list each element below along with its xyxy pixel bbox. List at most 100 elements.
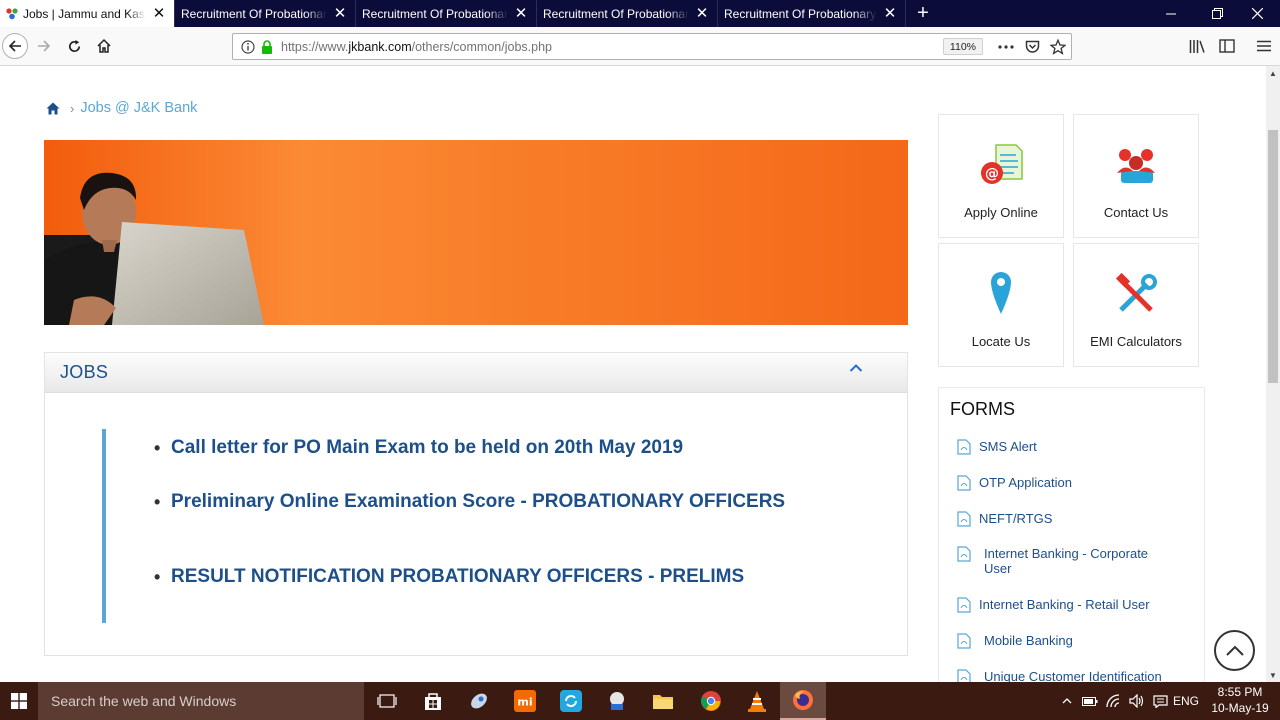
action-center-button[interactable]: [1150, 682, 1170, 720]
chrome-button[interactable]: [688, 682, 734, 720]
url-text[interactable]: https://www.jkbank.com/others/common/job…: [281, 40, 943, 54]
form-link[interactable]: SMS Alert: [957, 439, 1037, 455]
svg-text:@: @: [985, 166, 999, 182]
form-link[interactable]: OTP Application: [957, 475, 1072, 491]
browser-tab[interactable]: Recruitment Of Probationary ✕: [537, 0, 718, 27]
pdf-file-icon: [957, 439, 971, 455]
close-window-button[interactable]: [1234, 0, 1280, 27]
sidebar-button[interactable]: [1215, 34, 1239, 58]
browser-tab[interactable]: Recruitment Of Probationary ✕: [718, 0, 906, 27]
url-path: /others/common/jobs.php: [411, 39, 552, 54]
scroll-down-arrow-icon[interactable]: ▼: [1266, 668, 1280, 682]
close-tab-icon[interactable]: ✕: [152, 6, 166, 21]
task-view-button[interactable]: [364, 682, 410, 720]
zoom-indicator[interactable]: 110%: [942, 38, 983, 55]
close-tab-icon[interactable]: ✕: [514, 6, 528, 21]
form-link[interactable]: Mobile Banking: [957, 633, 1073, 649]
sync-app-button[interactable]: [548, 682, 594, 720]
store-app-button[interactable]: [410, 682, 456, 720]
form-link-label[interactable]: NEFT/RTGS: [979, 511, 1052, 526]
job-link[interactable]: Preliminary Online Examination Score - P…: [171, 491, 831, 513]
pocket-button[interactable]: [1019, 34, 1045, 59]
apply-online-tile[interactable]: @ Apply Online: [938, 114, 1064, 238]
volume-button[interactable]: [1127, 682, 1147, 720]
firefox-button[interactable]: [780, 682, 826, 720]
form-link[interactable]: Internet Banking - Retail User: [957, 597, 1150, 613]
show-hidden-icons-button[interactable]: [1058, 682, 1076, 720]
form-link-label[interactable]: Internet Banking - Retail User: [979, 597, 1150, 612]
form-link-label[interactable]: Internet Banking - Corporate User: [984, 546, 1172, 576]
taskbar-clock[interactable]: 8:55 PM 10-May-19: [1205, 684, 1275, 716]
form-link-label[interactable]: Unique Customer Identification: [984, 669, 1162, 682]
jobs-panel: JOBS • Call letter for PO Main Exam to b…: [44, 352, 908, 656]
vlc-cone-icon: [748, 691, 766, 712]
close-tab-icon[interactable]: ✕: [883, 6, 897, 21]
job-list-item[interactable]: • Preliminary Online Examination Score -…: [154, 491, 831, 513]
taskbar-search-box[interactable]: Search the web and Windows: [38, 682, 364, 720]
character-app-icon: [610, 692, 624, 710]
bullet-icon: •: [154, 567, 161, 587]
pdf-file-icon: [957, 511, 971, 527]
form-link[interactable]: Internet Banking - Corporate User: [957, 546, 1172, 576]
back-button[interactable]: [2, 33, 28, 59]
navigation-toolbar: https://www.jkbank.com/others/common/job…: [0, 27, 1280, 66]
chevron-up-icon[interactable]: [849, 363, 863, 373]
arrow-left-icon: [8, 40, 21, 52]
page-scrollbar[interactable]: ▲ ▼: [1266, 66, 1280, 682]
library-button[interactable]: [1185, 34, 1209, 58]
chevron-up-icon: [1062, 698, 1072, 704]
pinned-app-button[interactable]: [456, 682, 502, 720]
breadcrumb-current[interactable]: Jobs @ J&K Bank: [80, 100, 197, 116]
form-link-label[interactable]: OTP Application: [979, 475, 1072, 490]
job-link[interactable]: Call letter for PO Main Exam to be held …: [171, 437, 831, 459]
reload-button[interactable]: [62, 34, 86, 58]
scroll-up-arrow-icon[interactable]: ▲: [1266, 66, 1280, 80]
minimize-button[interactable]: [1148, 0, 1194, 27]
browser-tab[interactable]: Recruitment Of Probationary ✕: [175, 0, 356, 27]
emi-calculators-label: EMI Calculators: [1090, 334, 1182, 349]
new-tab-button[interactable]: +: [906, 0, 940, 27]
browser-tab[interactable]: Recruitment Of Probationary ✕: [356, 0, 537, 27]
start-button[interactable]: [0, 682, 38, 720]
jobs-panel-header[interactable]: JOBS: [45, 353, 907, 393]
home-button[interactable]: [92, 34, 116, 58]
scrollbar-thumb[interactable]: [1268, 130, 1278, 383]
mi-app-button[interactable]: mi: [502, 682, 548, 720]
home-icon[interactable]: [46, 102, 60, 115]
job-list-item[interactable]: • RESULT NOTIFICATION PROBATIONARY OFFIC…: [154, 566, 831, 588]
scroll-to-top-button[interactable]: [1214, 630, 1255, 671]
job-list-item[interactable]: • Call letter for PO Main Exam to be hel…: [154, 437, 831, 459]
emi-calculators-tile[interactable]: EMI Calculators: [1073, 243, 1199, 367]
form-link-label[interactable]: Mobile Banking: [984, 633, 1073, 648]
jobs-panel-title: JOBS: [60, 362, 109, 382]
sidebar-icon: [1219, 39, 1235, 53]
browser-tab[interactable]: Jobs | Jammu and Kashmir ✕: [0, 0, 175, 27]
page-actions-button[interactable]: [993, 34, 1019, 59]
apply-online-label: Apply Online: [964, 205, 1038, 220]
close-tab-icon[interactable]: ✕: [695, 6, 709, 21]
pinned-app-button[interactable]: [594, 682, 640, 720]
locate-us-tile[interactable]: Locate Us: [938, 243, 1064, 367]
pocket-icon: [1025, 40, 1039, 53]
vlc-button[interactable]: [734, 682, 780, 720]
clock-time: 8:55 PM: [1217, 685, 1263, 699]
contact-us-tile[interactable]: Contact Us: [1073, 114, 1199, 238]
jobs-banner-image: [44, 140, 908, 325]
svg-text:mi: mi: [517, 696, 532, 709]
address-bar[interactable]: https://www.jkbank.com/others/common/job…: [232, 33, 1072, 60]
file-explorer-button[interactable]: [640, 682, 686, 720]
job-link[interactable]: RESULT NOTIFICATION PROBATIONARY OFFICER…: [171, 566, 831, 588]
close-tab-icon[interactable]: ✕: [333, 6, 347, 21]
forward-button[interactable]: [32, 34, 56, 58]
form-link[interactable]: NEFT/RTGS: [957, 511, 1052, 527]
battery-button[interactable]: [1080, 682, 1100, 720]
form-link[interactable]: Unique Customer Identification: [957, 669, 1162, 682]
info-icon[interactable]: [241, 39, 255, 54]
network-button[interactable]: [1104, 682, 1124, 720]
input-language-button[interactable]: ENG: [1172, 682, 1200, 720]
lock-icon[interactable]: [261, 39, 273, 54]
menu-button[interactable]: [1252, 34, 1276, 58]
tab-title: Jobs | Jammu and Kashmir: [23, 6, 146, 21]
form-link-label[interactable]: SMS Alert: [979, 439, 1037, 454]
bookmark-button[interactable]: [1045, 34, 1071, 59]
